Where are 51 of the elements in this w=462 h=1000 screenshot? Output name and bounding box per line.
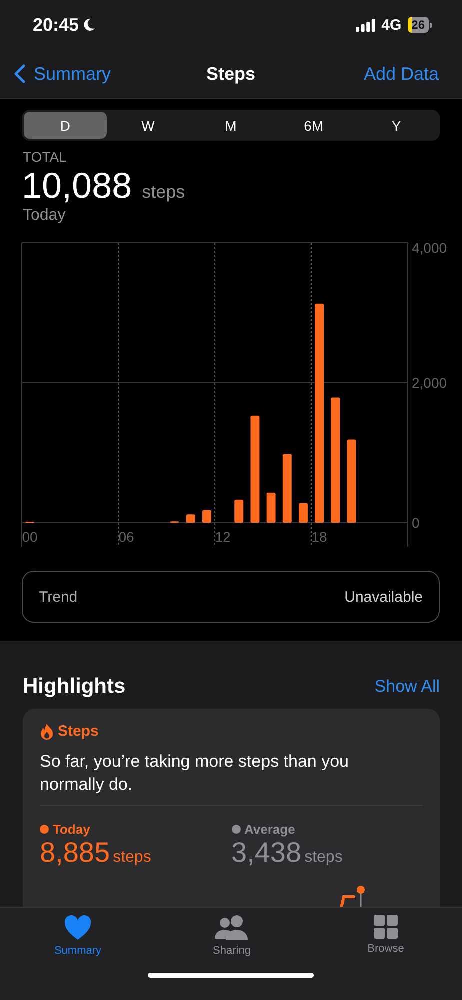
range-tab[interactable]: M <box>190 112 272 139</box>
highlight-card[interactable]: Steps So far, you’re taking more steps than you normally do. Today 8,885 steps Average 3,438 steps <box>23 709 440 907</box>
range-tab[interactable]: Y <box>355 112 438 139</box>
trend-line-drawing <box>337 884 367 907</box>
moon-icon <box>82 18 96 32</box>
signal-icon <box>356 18 376 32</box>
range-tab[interactable]: W <box>106 112 190 139</box>
heart-icon <box>64 915 92 941</box>
show-all-link[interactable]: Show All <box>374 677 440 697</box>
network-label: 4G <box>382 16 402 34</box>
total-label: TOTAL <box>23 149 68 165</box>
chart-bar <box>282 454 292 523</box>
y-axis-label: 4,000 <box>412 241 448 256</box>
period-label: Today <box>23 207 67 225</box>
x-axis-label: 18 <box>312 529 328 545</box>
stat-value: 8,885 <box>40 837 110 869</box>
people-icon <box>214 915 250 941</box>
tab-bar-item[interactable]: Sharing <box>182 914 282 958</box>
tab-bar-item[interactable]: Summary <box>28 914 128 958</box>
x-axis-label: 06 <box>118 529 134 545</box>
stat-unit: steps <box>113 849 152 867</box>
highlight-message: So far, you’re taking more steps than you normally do. <box>40 750 423 806</box>
stat-unit: steps <box>304 849 343 867</box>
chart-bar <box>202 510 212 523</box>
add-data-button[interactable]: Add Data <box>364 64 439 84</box>
battery-icon: 26 <box>408 17 432 33</box>
tab-bar-item[interactable]: Browse <box>336 914 436 958</box>
chevron-left-icon <box>14 64 26 84</box>
chart-bar <box>266 492 276 523</box>
y-axis-label: 2,000 <box>412 375 448 391</box>
y-axis-label: 0 <box>412 515 420 531</box>
trend-row[interactable]: Trend Unavailable <box>22 571 440 623</box>
stat-label: Average <box>244 822 296 837</box>
total-unit: steps <box>142 182 186 203</box>
grid-icon <box>374 915 398 939</box>
range-tab[interactable]: 6M <box>272 112 356 139</box>
flame-icon <box>40 724 54 740</box>
total-value: 10,088 <box>22 165 132 207</box>
stat-value: 3,438 <box>232 837 302 869</box>
section-title: Highlights <box>23 675 126 699</box>
chart-bar <box>298 503 308 523</box>
range-tab[interactable]: D <box>24 112 107 139</box>
x-axis-label: 12 <box>215 529 231 545</box>
stat-label: Today <box>53 822 90 837</box>
chart-bar <box>234 500 244 523</box>
page-title: Steps <box>206 64 256 84</box>
x-axis-label: 00 <box>22 529 38 545</box>
chart-bar <box>186 514 196 523</box>
back-button[interactable]: Summary <box>14 64 112 84</box>
card-title: Steps <box>58 723 99 740</box>
status-time: 20:45 <box>33 14 80 36</box>
